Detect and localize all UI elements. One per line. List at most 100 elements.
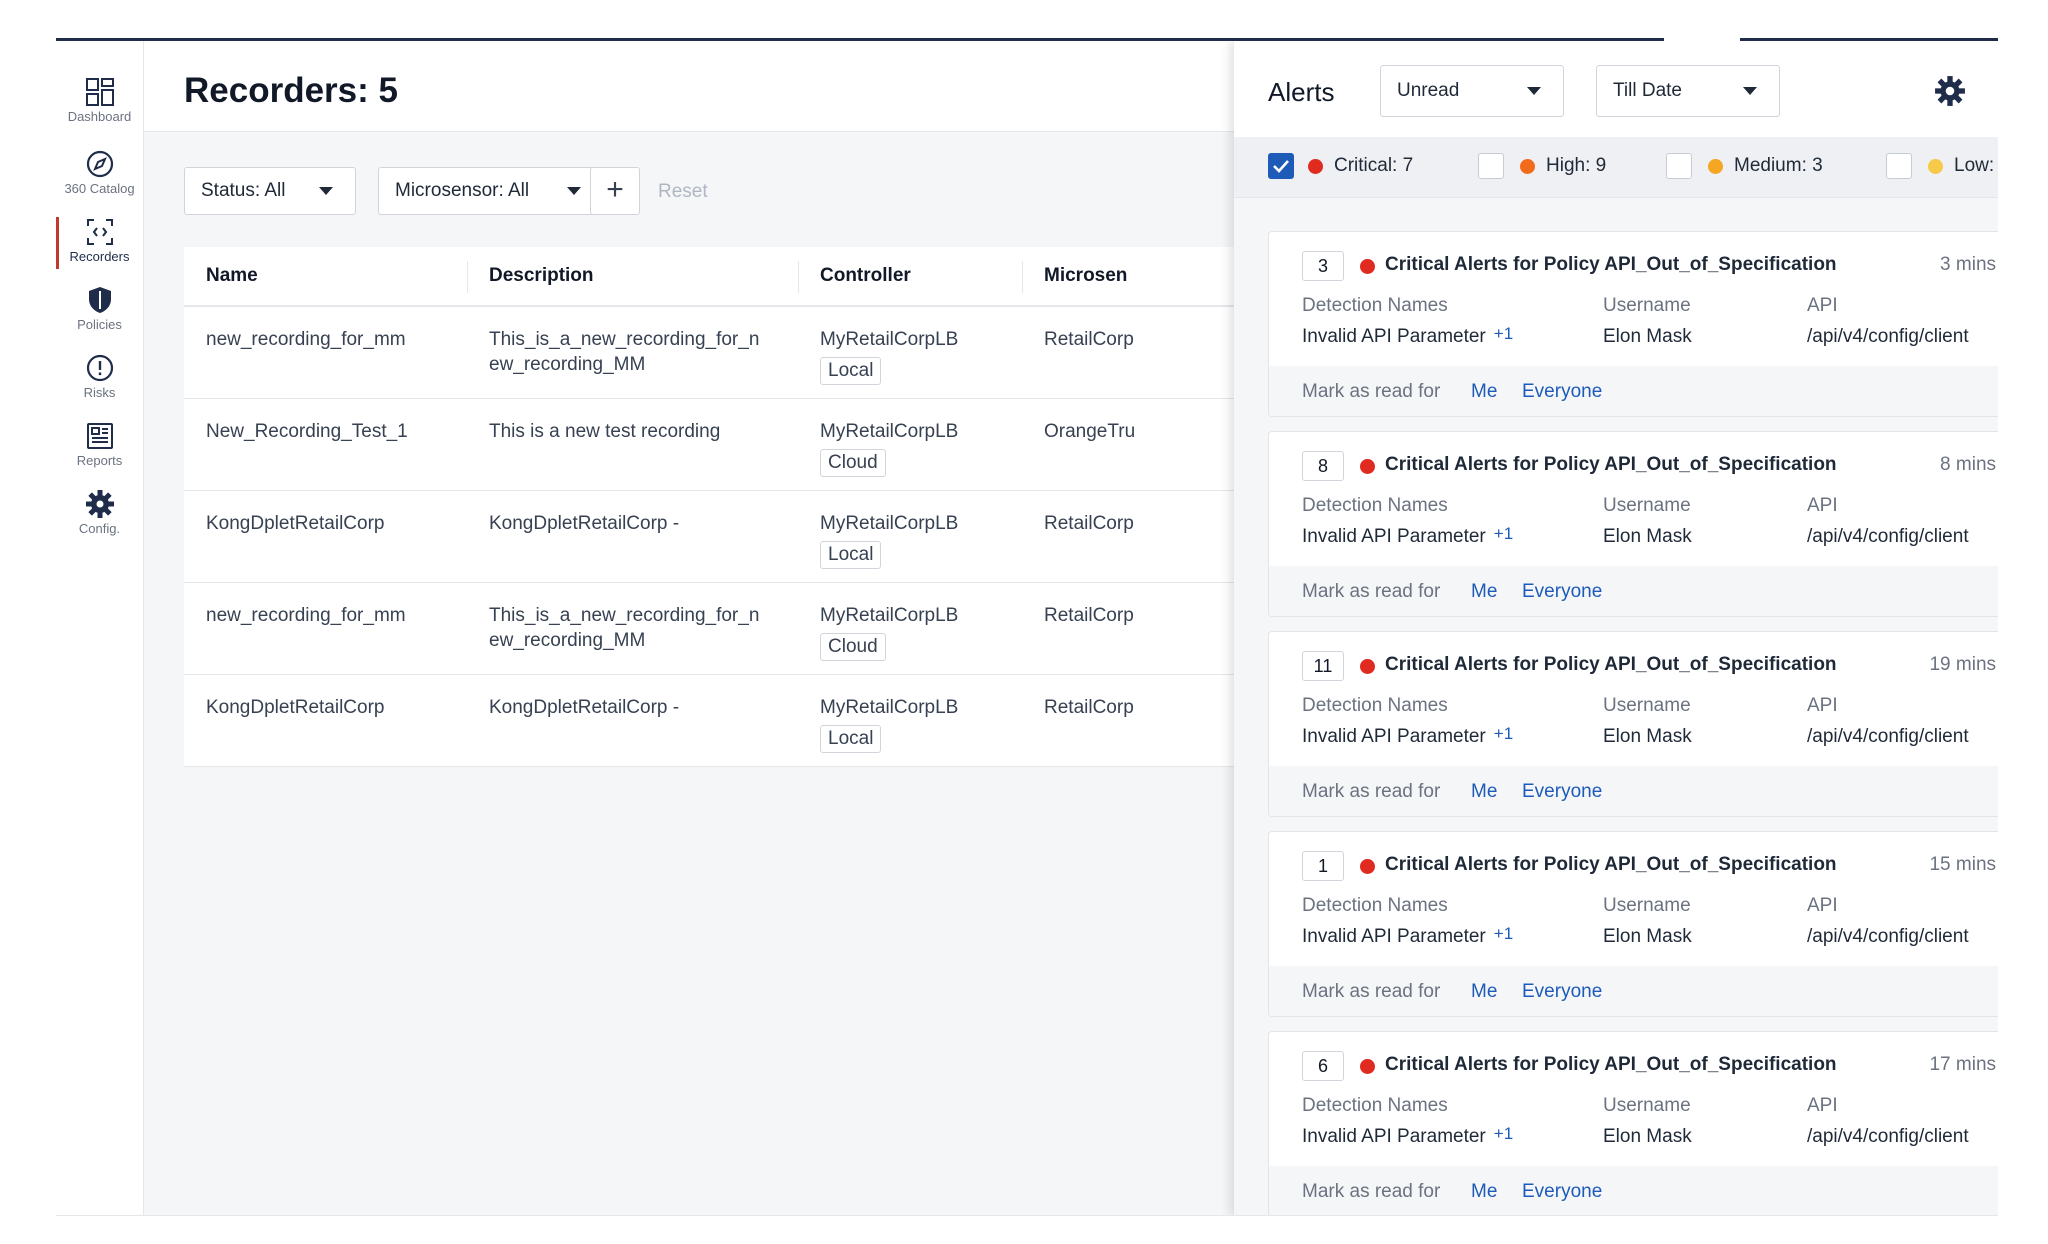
username-value: Elon Mask	[1603, 1126, 1692, 1147]
mark-read-me-link[interactable]: Me	[1471, 381, 1497, 403]
mark-read-everyone-link[interactable]: Everyone	[1522, 581, 1602, 603]
controller-name: MyRetailCorpLB	[820, 605, 959, 626]
high-checkbox[interactable]	[1478, 153, 1504, 179]
alert-card-footer: Mark as read for Me Everyone	[1269, 766, 1998, 816]
controller-name: MyRetailCorpLB	[820, 421, 959, 442]
username-label: Username	[1603, 895, 1691, 916]
read-status-label: Unread	[1397, 80, 1460, 101]
sidebar-item-recorders[interactable]: Recorders	[56, 217, 143, 269]
alert-time: 19 mins ago	[1929, 654, 1998, 675]
sidebar-item-risks[interactable]: Risks	[56, 353, 143, 400]
alert-card-footer: Mark as read for Me Everyone	[1269, 366, 1998, 416]
medium-count-label: Medium: 3	[1734, 155, 1823, 176]
alert-card-footer: Mark as read for Me Everyone	[1269, 966, 1998, 1016]
mark-read-everyone-link[interactable]: Everyone	[1522, 1181, 1602, 1203]
date-range-dropdown[interactable]: Till Date	[1596, 65, 1780, 117]
api-value: /api/v4/config/client	[1807, 926, 1969, 947]
controller-name: MyRetailCorpLB	[820, 329, 959, 350]
caret-down-icon	[319, 187, 333, 195]
alert-card[interactable]: 3 Critical Alerts for Policy API_Out_of_…	[1268, 231, 1998, 417]
deployment-tag: Local	[820, 725, 882, 753]
recorder-description: This is a new test recording	[467, 398, 798, 491]
more-detections-link[interactable]: +1	[1494, 724, 1513, 743]
column-header-description[interactable]: Description	[467, 247, 798, 307]
alert-count-badge: 8	[1302, 451, 1344, 481]
recorder-name: new_recording_for_mm	[184, 306, 467, 399]
sidebar-item-360-catalog[interactable]: 360 Catalog	[56, 149, 143, 196]
medium-checkbox[interactable]	[1666, 153, 1692, 179]
mark-read-me-link[interactable]: Me	[1471, 581, 1497, 603]
mark-read-everyone-link[interactable]: Everyone	[1522, 381, 1602, 403]
settings-icon[interactable]	[1934, 75, 1966, 107]
critical-severity-dot	[1360, 859, 1375, 874]
sidebar-item-label: 360 Catalog	[64, 181, 135, 196]
microsensor-filter-label: Microsensor: All	[395, 180, 530, 201]
sidebar-item-config[interactable]: Config.	[56, 489, 143, 536]
table-row[interactable]: new_recording_for_mm This_is_a_new_recor…	[184, 582, 1384, 675]
critical-severity-dot	[1360, 659, 1375, 674]
recorder-controller: MyRetailCorpLB Local	[798, 306, 1022, 399]
username-value: Elon Mask	[1603, 526, 1692, 547]
more-detections-link[interactable]: +1	[1494, 524, 1513, 543]
mark-read-everyone-link[interactable]: Everyone	[1522, 781, 1602, 803]
alert-count-badge: 3	[1302, 251, 1344, 281]
add-filter-button[interactable]: +	[590, 167, 640, 215]
low-count-label: Low: 2	[1954, 155, 1998, 176]
sidebar-item-policies[interactable]: Policies	[56, 285, 143, 332]
detection-name-value: Invalid API Parameter +1	[1302, 324, 1513, 348]
alert-title: Critical Alerts for Policy API_Out_of_Sp…	[1385, 254, 1837, 275]
reset-button[interactable]: Reset	[658, 181, 708, 203]
microsensor-filter-dropdown[interactable]: Microsensor: All	[378, 167, 604, 215]
more-detections-link[interactable]: +1	[1494, 924, 1513, 943]
column-header-controller[interactable]: Controller	[798, 247, 1022, 307]
detection-names-label: Detection Names	[1302, 1095, 1448, 1116]
username-label: Username	[1603, 695, 1691, 716]
mark-read-everyone-link[interactable]: Everyone	[1522, 981, 1602, 1003]
sidebar: Dashboard 360 Catalog Recorders Policies…	[56, 41, 144, 1216]
alert-card[interactable]: 11 Critical Alerts for Policy API_Out_of…	[1268, 631, 1998, 817]
detection-name-value: Invalid API Parameter +1	[1302, 1124, 1513, 1148]
severity-filter-bar: Critical: 7 High: 9 Medium: 3 Low: 2	[1234, 137, 1998, 198]
more-detections-link[interactable]: +1	[1494, 324, 1513, 343]
recorder-controller: MyRetailCorpLB Local	[798, 674, 1022, 767]
sidebar-item-label: Config.	[78, 521, 121, 536]
sidebar-item-label: Dashboard	[67, 109, 132, 124]
detection-name-text: Invalid API Parameter	[1302, 326, 1486, 347]
alert-time: 3 mins ago	[1940, 254, 1998, 275]
table-row[interactable]: New_Recording_Test_1 This is a new test …	[184, 398, 1384, 491]
api-value: /api/v4/config/client	[1807, 526, 1969, 547]
deployment-tag: Local	[820, 357, 882, 385]
recorder-description: KongDpletRetailCorp -	[467, 674, 798, 767]
table-row[interactable]: KongDpletRetailCorp KongDpletRetailCorp …	[184, 490, 1384, 583]
recorder-name: KongDpletRetailCorp	[184, 674, 467, 767]
status-filter-label: Status: All	[201, 180, 286, 201]
high-count-label: High: 9	[1546, 155, 1607, 176]
alert-card[interactable]: 1 Critical Alerts for Policy API_Out_of_…	[1268, 831, 1998, 1017]
plus-icon: +	[606, 173, 624, 206]
gear-icon	[85, 490, 114, 518]
detection-name-value: Invalid API Parameter +1	[1302, 524, 1513, 548]
table-row[interactable]: KongDpletRetailCorp KongDpletRetailCorp …	[184, 674, 1384, 767]
column-header-name[interactable]: Name	[184, 247, 467, 307]
mark-read-me-link[interactable]: Me	[1471, 1181, 1497, 1203]
read-status-dropdown[interactable]: Unread	[1380, 65, 1564, 117]
alert-title: Critical Alerts for Policy API_Out_of_Sp…	[1385, 1054, 1837, 1075]
mark-read-me-link[interactable]: Me	[1471, 981, 1497, 1003]
more-detections-link[interactable]: +1	[1494, 1124, 1513, 1143]
status-filter-dropdown[interactable]: Status: All	[184, 167, 356, 215]
alert-card[interactable]: 8 Critical Alerts for Policy API_Out_of_…	[1268, 431, 1998, 617]
sidebar-item-reports[interactable]: Reports	[56, 421, 143, 468]
mark-read-me-link[interactable]: Me	[1471, 781, 1497, 803]
sidebar-item-dashboard[interactable]: Dashboard	[56, 77, 143, 124]
app-window: Dashboard 360 Catalog Recorders Policies…	[56, 41, 1998, 1216]
api-value: /api/v4/config/client	[1807, 726, 1969, 747]
alert-card[interactable]: 6 Critical Alerts for Policy API_Out_of_…	[1268, 1031, 1998, 1216]
critical-severity-dot	[1360, 259, 1375, 274]
api-label: API	[1807, 495, 1838, 516]
low-checkbox[interactable]	[1886, 153, 1912, 179]
critical-checkbox[interactable]	[1268, 153, 1294, 179]
alert-title: Critical Alerts for Policy API_Out_of_Sp…	[1385, 654, 1837, 675]
table-row[interactable]: new_recording_for_mm This_is_a_new_recor…	[184, 306, 1384, 399]
recorder-icon	[86, 219, 113, 245]
recorder-name: KongDpletRetailCorp	[184, 490, 467, 583]
